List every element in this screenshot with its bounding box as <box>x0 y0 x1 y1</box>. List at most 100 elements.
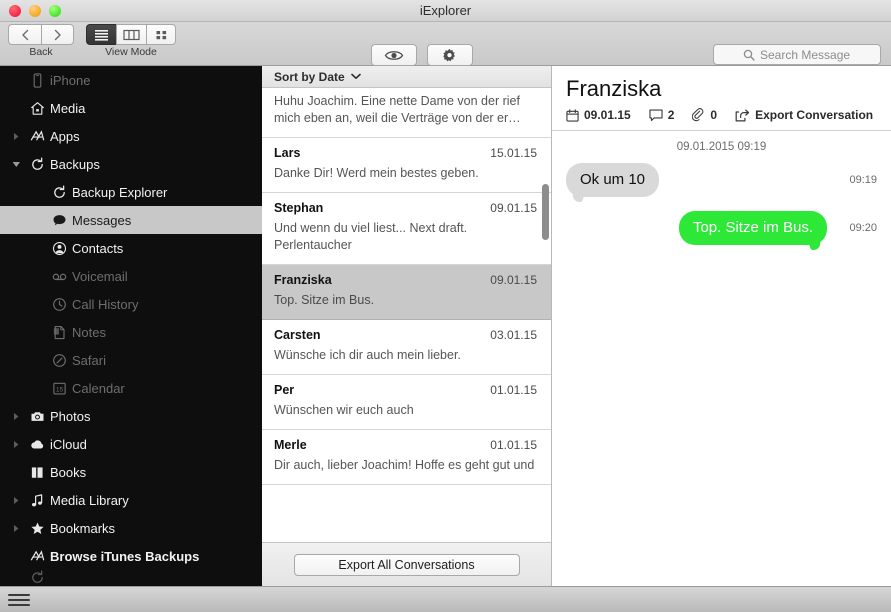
backup-icon <box>31 156 43 170</box>
message-list-row[interactable]: Lars 15.01.15 Danke Dir! Werd mein bestes … <box>262 138 551 193</box>
sidebar-item-media[interactable]: Media <box>0 94 262 122</box>
message-icon <box>46 213 72 228</box>
sidebar-item-voicemail: Voicemail <box>0 262 262 290</box>
backup-icon <box>24 156 50 172</box>
message-count: 2 <box>667 108 675 122</box>
sidebar-item-messages[interactable]: Messages <box>0 206 262 234</box>
sidebar-item-media-library[interactable]: Media Library <box>0 486 262 514</box>
sidebar-item-photos[interactable]: Photos <box>0 402 262 430</box>
message-list-row[interactable]: Huhu Joachim. Eine nette Dame von der ri… <box>262 93 551 138</box>
sidebar-item-notes: Notes <box>0 318 262 346</box>
voicemail-icon <box>46 269 72 284</box>
sidebar-item-icloud[interactable]: iCloud <box>0 430 262 458</box>
disclosure-right-icon[interactable] <box>8 132 24 141</box>
sort-label[interactable]: Sort by Date <box>274 70 345 84</box>
speech-bubble-icon <box>649 109 663 121</box>
view-mode-list-button[interactable] <box>86 24 116 45</box>
incoming-message-bubble[interactable]: Ok um 10 <box>566 163 660 197</box>
sidebar-item-label: Backup Explorer <box>72 184 168 200</box>
search-icon <box>743 49 755 61</box>
conversation-thread: 09.01.2015 09:19 Ok um 10 09:19 Top. Sitze… <box>552 131 891 586</box>
action-button[interactable] <box>426 44 473 66</box>
cloud-icon <box>24 437 50 452</box>
conversation-date: 09.01.15 <box>584 108 631 122</box>
app-window: iExplorer Back View Mode Search Message … <box>0 0 891 612</box>
export-conversation-button[interactable]: Export Conversation <box>735 108 873 122</box>
message-preview: Top. Sitze im Bus. <box>274 293 375 307</box>
view-mode-columns-button[interactable] <box>116 24 146 45</box>
apps-icon <box>30 549 44 560</box>
safari-icon <box>46 353 72 368</box>
message-date: 09.01.15 <box>490 273 537 287</box>
message-preview: Und wenn du viel liest... Next draft. Pe… <box>274 221 468 252</box>
star-icon <box>24 521 50 536</box>
eye-icon <box>385 50 404 60</box>
backup-icon <box>24 570 50 584</box>
main-body: iPhone Media Apps Backups Backup Explorer Mes… <box>0 66 891 586</box>
disclosure-right-icon[interactable] <box>8 412 24 421</box>
sidebar-item-label: Bookmarks <box>50 520 116 536</box>
message-list-scrollbar[interactable] <box>542 184 549 240</box>
sidebar-item-label: iCloud <box>50 436 87 452</box>
backup-icon <box>31 570 43 583</box>
phone-icon <box>24 72 50 88</box>
apps-icon <box>30 129 44 140</box>
sidebar-item-backups[interactable]: Backups <box>0 150 262 178</box>
title-bar: iExplorer <box>0 0 891 22</box>
menu-icon[interactable] <box>8 592 30 608</box>
view-mode-label: View Mode <box>105 46 157 58</box>
message-list-row[interactable]: Merle 01.01.15 Dir auch, lieber Joachim! H… <box>262 430 551 485</box>
search-field[interactable] <box>713 44 881 65</box>
books-icon <box>24 465 50 480</box>
message-sender: Carsten <box>274 328 321 342</box>
disclosure-right-icon[interactable] <box>8 440 24 449</box>
message-sender: Per <box>274 383 295 397</box>
message-list-row[interactable]: Per 01.01.15 Wünschen wir euch auch <box>262 375 551 430</box>
sidebar-item-apps[interactable]: Apps <box>0 122 262 150</box>
conversation-meta: 09.01.15 2 0 Export Conversation <box>566 108 877 122</box>
navigation-group: Back <box>8 24 74 58</box>
quick-look-button[interactable] <box>371 44 418 66</box>
message-list-row[interactable]: Stephan 09.01.15 Und wenn du viel liest...… <box>262 193 551 265</box>
sidebar-item-backup-explorer[interactable]: Backup Explorer <box>0 178 262 206</box>
message-list-row[interactable]: Franziska 09.01.15 Top. Sitze im Bus. <box>262 265 551 320</box>
forward-button[interactable] <box>41 24 74 45</box>
star-icon <box>30 522 44 534</box>
message-list[interactable]: Huhu Joachim. Eine nette Dame von der ri… <box>262 88 551 542</box>
back-button[interactable] <box>8 24 41 45</box>
message-date: 03.01.15 <box>490 328 537 342</box>
disclosure-down-icon[interactable] <box>8 161 24 168</box>
sidebar-item-browse-itunes-backups[interactable]: Browse iTunes Backups <box>0 542 262 570</box>
outgoing-message-bubble[interactable]: Top. Sitze im Bus. <box>678 211 827 245</box>
search-input[interactable] <box>760 47 872 62</box>
message-date: 01.01.15 <box>490 438 537 452</box>
paperclip-icon <box>692 108 704 122</box>
safari-icon <box>52 353 66 367</box>
sidebar-item-call-history: Call History <box>0 290 262 318</box>
message-preview: Wünsche ich dir auch mein lieber. <box>274 348 461 362</box>
message-sender: Lars <box>274 146 301 160</box>
sidebar-item-safari: Safari <box>0 346 262 374</box>
contacts-icon <box>52 241 66 255</box>
clock-icon <box>46 297 72 312</box>
toolbar: Back View Mode Search Message <box>0 22 891 79</box>
sidebar-item-iphone: iPhone <box>0 66 262 94</box>
export-all-conversations-button[interactable]: Export All Conversations <box>293 553 520 576</box>
sidebar-item-contacts[interactable]: Contacts <box>0 234 262 262</box>
notes-icon <box>53 325 65 339</box>
sidebar-item-label: Photos <box>50 408 91 424</box>
disclosure-right-icon[interactable] <box>8 524 24 533</box>
sidebar-item-label: Messages <box>72 212 132 228</box>
message-list-row[interactable]: Carsten 03.01.15 Wünsche ich dir auch mein… <box>262 320 551 375</box>
home-icon <box>30 101 44 115</box>
sidebar-item-bookmarks[interactable]: Bookmarks <box>0 514 262 542</box>
chevron-down-icon[interactable] <box>350 73 361 80</box>
grid-view-icon <box>156 30 166 39</box>
message-sender: Stephan <box>274 201 324 215</box>
view-mode-grid-button[interactable] <box>146 24 176 45</box>
gear-icon <box>443 48 456 61</box>
sidebar-item-partial[interactable] <box>0 570 262 584</box>
disclosure-right-icon[interactable] <box>8 496 24 505</box>
sidebar-item-books[interactable]: Books <box>0 458 262 486</box>
message-preview: Huhu Joachim. Eine nette Dame von der ri… <box>274 94 521 125</box>
